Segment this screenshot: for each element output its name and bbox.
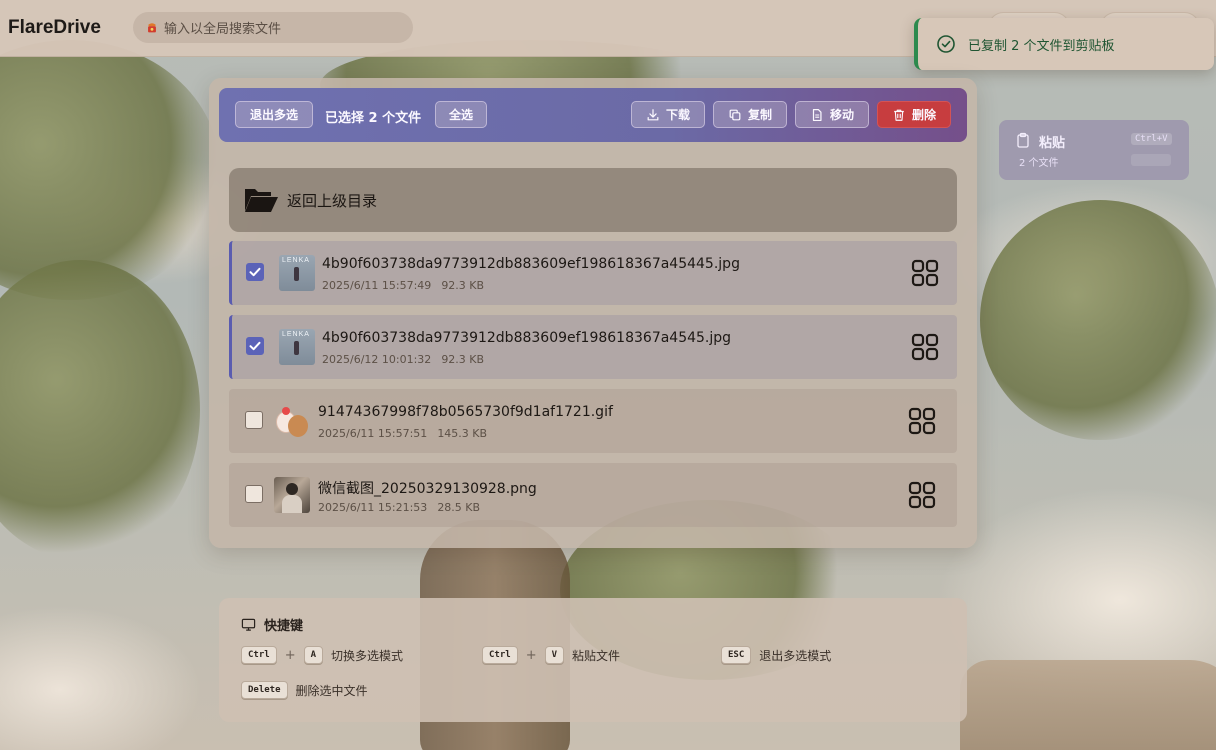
file-row[interactable]: LENKA 4b90f603738da9773912db883609ef1986… bbox=[229, 315, 957, 379]
file-name[interactable]: 4b90f603738da9773912db883609ef198618367a… bbox=[322, 330, 731, 346]
file-browser-card: 退出多选 已选择 2 个文件 全选 下载 复制 移动 删除 返回上级目录 LEN… bbox=[209, 78, 977, 548]
app-logo[interactable]: FlareDrive bbox=[8, 17, 101, 39]
delete-button[interactable]: 删除 bbox=[877, 101, 951, 128]
grid-icon[interactable] bbox=[911, 259, 939, 287]
file-name[interactable]: 91474367998f78b0565730f9d1af1721.gif bbox=[318, 404, 613, 420]
shortcut-key: V bbox=[544, 646, 565, 664]
download-button[interactable]: 下载 bbox=[631, 101, 705, 128]
toast-message: 已复制 2 个文件到剪贴板 bbox=[968, 38, 1115, 54]
file-meta: 2025/6/12 10:01:32 92.3 KB bbox=[322, 353, 484, 366]
shortcuts-title: 快捷键 bbox=[241, 615, 303, 634]
file-date: 2025/6/12 10:01:32 bbox=[322, 353, 432, 366]
select-all-button[interactable]: 全选 bbox=[435, 101, 487, 128]
multiselect-toolbar: 退出多选 已选择 2 个文件 全选 下载 复制 移动 删除 bbox=[219, 88, 967, 142]
paste-panel[interactable]: 粘贴 Ctrl+V 2 个文件 bbox=[999, 120, 1189, 180]
back-to-parent-row[interactable]: 返回上级目录 bbox=[229, 168, 957, 232]
file-row[interactable]: 91474367998f78b0565730f9d1af1721.gif 202… bbox=[229, 389, 957, 453]
shortcut-key: A bbox=[303, 646, 324, 664]
file-checkbox[interactable] bbox=[245, 485, 263, 503]
clipboard-icon bbox=[1015, 132, 1031, 148]
file-row[interactable]: 微信截图_20250329130928.png 2025/6/11 15:21:… bbox=[229, 463, 957, 527]
exit-multiselect-button[interactable]: 退出多选 bbox=[235, 101, 313, 128]
file-thumbnail: LENKA bbox=[279, 329, 315, 365]
shortcut-label: 删除选中文件 bbox=[295, 683, 368, 698]
paste-action-placeholder bbox=[1131, 154, 1171, 166]
paste-shortcut: Ctrl+V bbox=[1131, 133, 1172, 145]
shortcut-key: Delete bbox=[241, 681, 288, 699]
file-name[interactable]: 4b90f603738da9773912db883609ef198618367a… bbox=[322, 256, 740, 272]
shortcut-item: Ctrl + A 切换多选模式 bbox=[241, 646, 403, 664]
grid-icon[interactable] bbox=[911, 333, 939, 361]
trash-icon bbox=[894, 109, 904, 121]
shortcut-label: 粘贴文件 bbox=[572, 648, 621, 663]
file-size: 28.5 KB bbox=[437, 501, 481, 514]
file-checkbox[interactable] bbox=[245, 411, 263, 429]
shortcut-key: Ctrl bbox=[241, 646, 277, 664]
paste-count: 2 个文件 bbox=[1019, 158, 1059, 169]
file-date: 2025/6/11 15:57:49 bbox=[322, 279, 432, 292]
file-checkbox[interactable] bbox=[246, 337, 264, 355]
copy-icon bbox=[729, 109, 741, 120]
folder-open-icon bbox=[243, 185, 279, 215]
file-date: 2025/6/11 15:21:53 bbox=[318, 501, 428, 514]
shortcuts-panel: 快捷键 Ctrl + A 切换多选模式 Ctrl + V 粘贴文件 ESC 退出… bbox=[219, 598, 967, 722]
file-thumbnail: LENKA bbox=[279, 255, 315, 291]
shortcut-item: Delete 删除选中文件 bbox=[241, 681, 368, 699]
search-bar[interactable]: 输入以全局搜索文件 bbox=[133, 12, 413, 43]
file-meta: 2025/6/11 15:57:51 145.3 KB bbox=[318, 427, 487, 440]
shortcut-key: ESC bbox=[721, 646, 752, 664]
shortcut-item: ESC 退出多选模式 bbox=[721, 646, 831, 664]
search-icon bbox=[145, 21, 159, 35]
file-checkbox[interactable] bbox=[246, 263, 264, 281]
grid-icon[interactable] bbox=[908, 407, 936, 435]
file-meta: 2025/6/11 15:57:49 92.3 KB bbox=[322, 279, 484, 292]
file-row[interactable]: LENKA 4b90f603738da9773912db883609ef1986… bbox=[229, 241, 957, 305]
shortcut-label: 切换多选模式 bbox=[331, 648, 404, 663]
file-meta: 2025/6/11 15:21:53 28.5 KB bbox=[318, 501, 480, 514]
file-size: 92.3 KB bbox=[441, 353, 485, 366]
file-thumbnail bbox=[274, 477, 310, 513]
grid-icon[interactable] bbox=[908, 481, 936, 509]
copy-button[interactable]: 复制 bbox=[713, 101, 787, 128]
file-date: 2025/6/11 15:57:51 bbox=[318, 427, 428, 440]
selected-count: 已选择 2 个文件 bbox=[325, 111, 422, 126]
toast-notification: 已复制 2 个文件到剪贴板 bbox=[914, 18, 1214, 70]
rock bbox=[960, 660, 1216, 750]
shortcut-label: 退出多选模式 bbox=[759, 648, 832, 663]
shortcut-item: Ctrl + V 粘贴文件 bbox=[482, 646, 620, 664]
file-icon bbox=[812, 108, 822, 121]
file-thumbnail bbox=[274, 403, 310, 439]
tree-foliage bbox=[980, 200, 1216, 440]
move-button[interactable]: 移动 bbox=[795, 101, 869, 128]
shortcut-key: Ctrl bbox=[482, 646, 518, 664]
download-icon bbox=[647, 108, 659, 120]
paste-label: 粘贴 bbox=[1039, 136, 1066, 151]
file-size: 145.3 KB bbox=[437, 427, 488, 440]
search-input[interactable]: 输入以全局搜索文件 bbox=[164, 18, 281, 37]
file-name[interactable]: 微信截图_20250329130928.png bbox=[318, 478, 537, 498]
check-circle-icon bbox=[936, 34, 956, 54]
back-label: 返回上级目录 bbox=[287, 191, 378, 210]
monitor-icon bbox=[241, 618, 256, 631]
file-size: 92.3 KB bbox=[441, 279, 485, 292]
